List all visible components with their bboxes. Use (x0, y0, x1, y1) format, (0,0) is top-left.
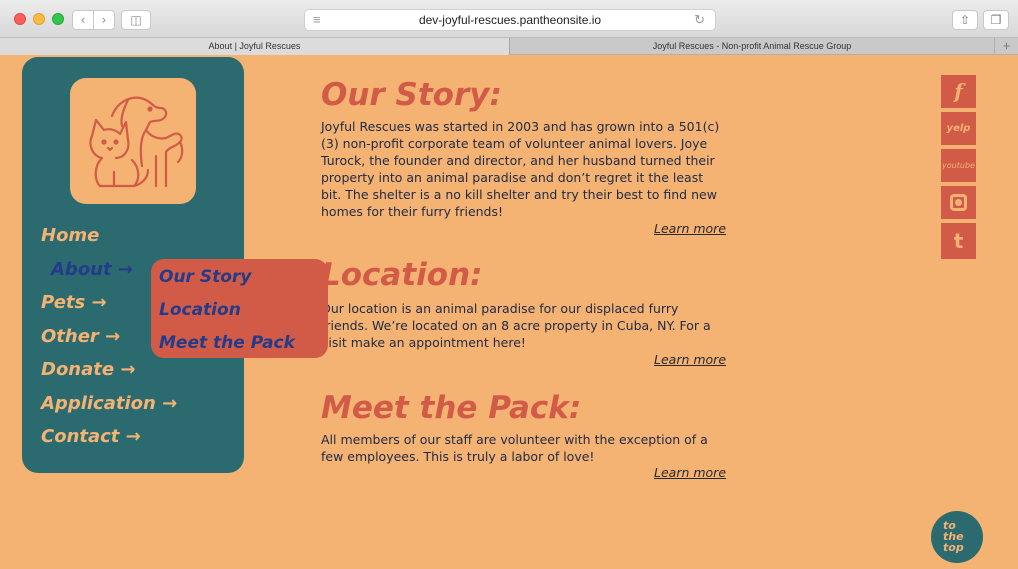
tumblr-label: t (953, 229, 964, 253)
forward-icon: › (101, 13, 107, 27)
browser-chrome: ‹ › ◫ ≡ dev-joyful-rescues.pantheonsite.… (0, 0, 1018, 55)
tumblr-icon[interactable]: t (941, 223, 976, 259)
minimize-window-button[interactable] (33, 13, 45, 25)
close-window-button[interactable] (14, 13, 26, 25)
yelp-icon[interactable]: yelp (941, 112, 976, 145)
yelp-label: yelp (946, 123, 971, 134)
share-icon: ⇧ (959, 13, 971, 27)
show-tabs-button[interactable]: ❐ (983, 10, 1009, 30)
browser-titlebar: ‹ › ◫ ≡ dev-joyful-rescues.pantheonsite.… (0, 0, 1018, 38)
our-story-text: Joyful Rescues was started in 2003 and h… (321, 119, 720, 219)
location-title: Location: (321, 257, 483, 293)
dog-cat-logo-icon (89, 96, 184, 188)
reload-icon[interactable]: ↻ (694, 10, 705, 30)
nav-pets[interactable]: Pets → (41, 292, 107, 313)
maximize-window-button[interactable] (52, 13, 64, 25)
instagram-icon[interactable] (941, 186, 976, 219)
back-icon: ‹ (80, 13, 86, 27)
submenu-location[interactable]: Location (159, 300, 241, 320)
nav-contact[interactable]: Contact → (41, 426, 141, 447)
site-logo[interactable] (70, 78, 196, 204)
facebook-label: f (954, 79, 963, 103)
share-button[interactable]: ⇧ (952, 10, 978, 30)
location-text: Our location is an animal paradise for o… (321, 301, 711, 350)
nav-other[interactable]: Other → (41, 326, 120, 347)
address-url: dev-joyful-rescues.pantheonsite.io (418, 13, 602, 27)
sidebar-toggle-button[interactable]: ◫ (121, 10, 151, 30)
nav-home[interactable]: Home (41, 225, 99, 246)
meet-the-pack-learn-more-link[interactable]: Learn more (654, 465, 726, 480)
location-learn-more-link[interactable]: Learn more (654, 352, 726, 367)
submenu-our-story[interactable]: Our Story (159, 267, 251, 287)
nav-donate[interactable]: Donate → (41, 359, 135, 380)
youtube-icon[interactable]: youtube (941, 149, 976, 182)
new-tab-button[interactable]: + (994, 38, 1018, 55)
forward-button[interactable]: › (93, 10, 115, 30)
nav-application[interactable]: Application → (41, 393, 177, 414)
instagram-lens (955, 199, 962, 206)
tabs-icon: ❐ (990, 13, 1002, 27)
facebook-icon[interactable]: f (941, 75, 976, 108)
about-submenu: Our Story Location Meet the Pack (151, 259, 328, 358)
menu-icon: ≡ (313, 12, 321, 27)
submenu-meet-the-pack[interactable]: Meet the Pack (159, 333, 295, 353)
tab-about[interactable]: About | Joyful Rescues (0, 38, 510, 55)
tab-home[interactable]: Joyful Rescues - Non-profit Animal Rescu… (511, 38, 993, 55)
address-bar[interactable]: ≡ dev-joyful-rescues.pantheonsite.io ↻ (304, 9, 716, 31)
to-top-line-3: top (943, 541, 964, 554)
plus-icon: + (1002, 38, 1011, 53)
our-story-title: Our Story: (321, 77, 502, 113)
youtube-label: youtube (942, 161, 975, 170)
tab-bar: About | Joyful Rescues Joyful Rescues - … (0, 38, 1018, 55)
back-button[interactable]: ‹ (72, 10, 94, 30)
nav-about[interactable]: About → (51, 259, 133, 280)
sidebar-icon: ◫ (130, 13, 142, 27)
our-story-learn-more-link[interactable]: Learn more (654, 221, 726, 236)
meet-the-pack-text: All members of our staff are volunteer w… (321, 432, 708, 464)
to-the-top-button[interactable]: to the top (931, 511, 983, 563)
meet-the-pack-title: Meet the Pack: (321, 390, 582, 426)
